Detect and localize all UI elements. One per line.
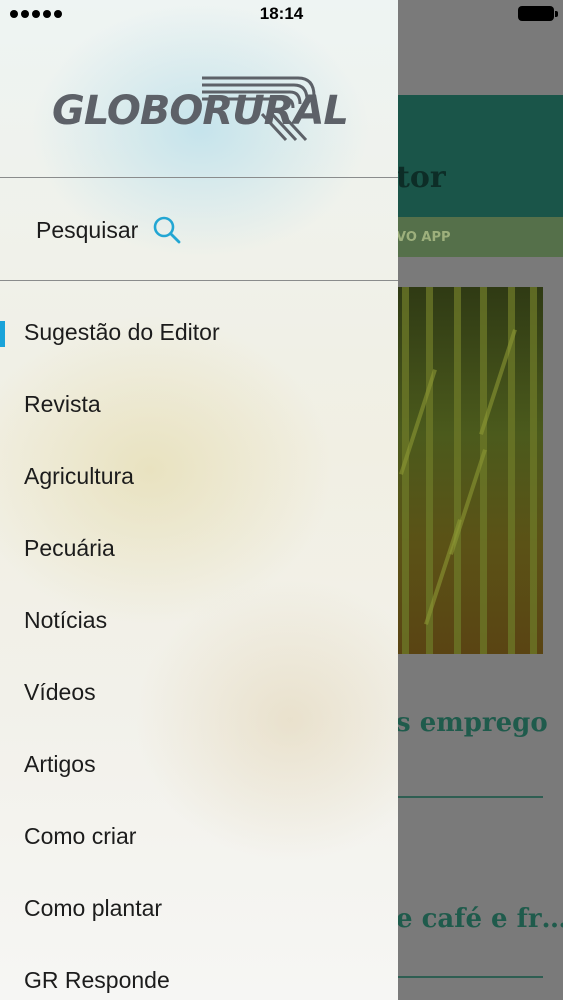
app-header-title: tor	[396, 160, 446, 195]
menu-item-label: Como plantar	[24, 895, 163, 921]
menu-item-label: Vídeos	[24, 679, 96, 705]
menu-item-como-criar[interactable]: Como criar	[0, 801, 398, 873]
article-divider	[396, 796, 543, 798]
menu-item-label: GR Responde	[24, 967, 170, 993]
menu-item-label: Como criar	[24, 823, 137, 849]
menu-item-label: Sugestão do Editor	[24, 319, 220, 345]
menu-item-pecuaria[interactable]: Pecuária	[0, 513, 398, 585]
menu-item-sugestao-do-editor[interactable]: Sugestão do Editor	[0, 297, 398, 369]
drawer-divider	[0, 280, 398, 281]
menu-item-noticias[interactable]: Notícias	[0, 585, 398, 657]
menu-item-videos[interactable]: Vídeos	[0, 657, 398, 729]
status-bar: 18:14	[0, 0, 563, 28]
search-label: Pesquisar	[36, 216, 139, 243]
globorural-logo: GLOBORURAL	[52, 74, 349, 146]
article-photo[interactable]	[396, 287, 543, 654]
menu-item-label: Pecuária	[24, 535, 115, 561]
drawer-divider	[0, 177, 398, 178]
article-divider	[396, 976, 543, 978]
selected-indicator	[0, 321, 5, 347]
app-banner-text: VO APP	[396, 230, 451, 245]
menu-item-label: Notícias	[24, 607, 108, 633]
menu-item-label: Revista	[24, 391, 101, 417]
menu-item-agricultura[interactable]: Agricultura	[0, 441, 398, 513]
menu-item-artigos[interactable]: Artigos	[0, 729, 398, 801]
status-time: 18:14	[259, 4, 304, 23]
battery-icon	[518, 6, 558, 21]
menu-item-label: Agricultura	[24, 463, 134, 489]
search-icon	[153, 216, 181, 244]
menu-list: Sugestão do Editor Revista Agricultura P…	[0, 297, 398, 1000]
menu-item-label: Artigos	[24, 751, 96, 777]
menu-item-gr-responde[interactable]: GR Responde	[0, 945, 398, 1000]
logo-furrows-icon	[202, 76, 316, 142]
navigation-drawer: GLOBORURAL Pesquisar Sugestão do Editor	[0, 0, 398, 1000]
article-headline[interactable]: s emprego	[396, 708, 548, 738]
menu-item-como-plantar[interactable]: Como plantar	[0, 873, 398, 945]
article-headline[interactable]: e café e fr…	[396, 904, 563, 934]
search-button[interactable]: Pesquisar	[36, 210, 182, 250]
menu-item-revista[interactable]: Revista	[0, 369, 398, 441]
